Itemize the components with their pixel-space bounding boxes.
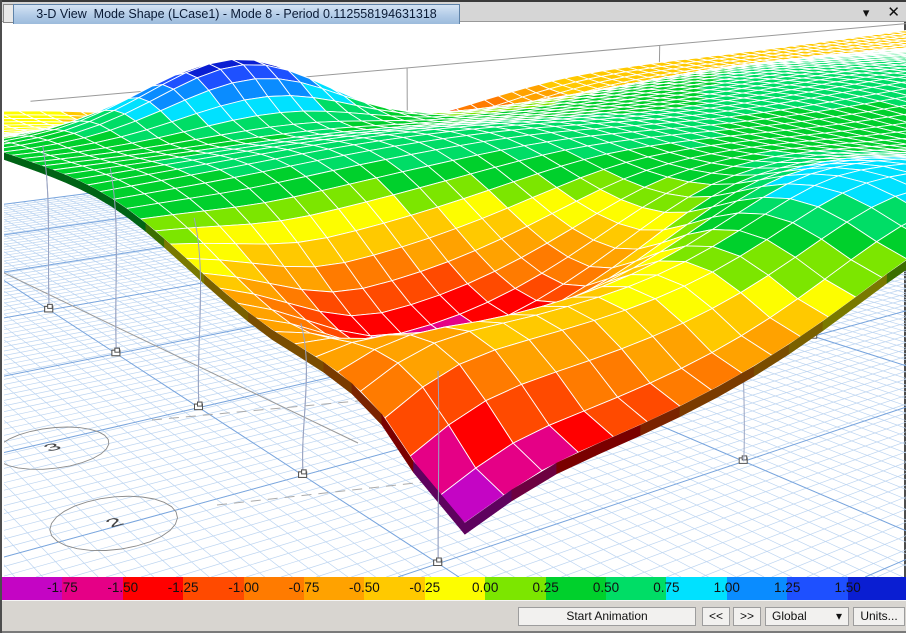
- svg-text:2: 2: [101, 515, 128, 530]
